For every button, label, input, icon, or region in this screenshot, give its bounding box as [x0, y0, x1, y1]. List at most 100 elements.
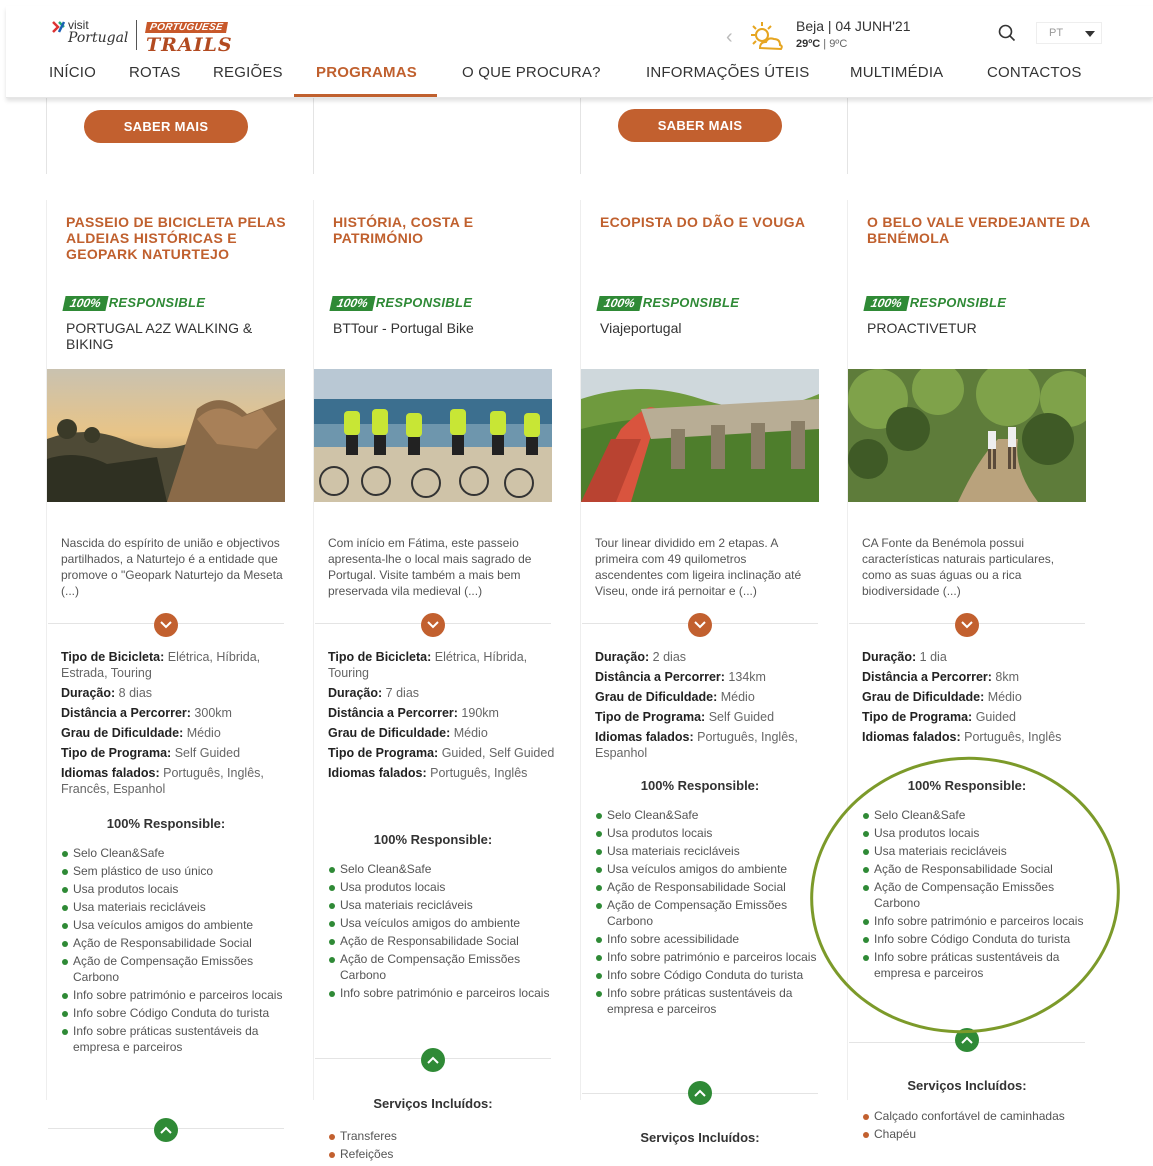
nav-rotas[interactable]: ROTAS	[129, 64, 181, 81]
spec-item: Idiomas falados: Português, Inglês	[328, 766, 528, 780]
saber-mais-button[interactable]: SABER MAIS	[618, 109, 782, 142]
nav-informacoes-uteis[interactable]: INFORMAÇÕES ÚTEIS	[646, 64, 809, 81]
card-operator: Viajeportugal	[600, 320, 682, 336]
services-heading: Serviços Incluídos:	[373, 1096, 493, 1111]
collapse-toggle-button[interactable]	[421, 1048, 445, 1072]
spec-item: Distância a Percorrer: 190km	[328, 706, 499, 720]
spec-item: Grau de Dificuldade: Médio	[862, 690, 1022, 704]
portuguese-trails-logo[interactable]: PORTUGUESE TRAILS	[145, 17, 232, 56]
feature-item: Selo Clean&Safe	[61, 845, 289, 861]
spec-item: Idiomas falados: Português, Inglês, Espa…	[595, 730, 798, 760]
card-description: Com início em Fátima, este passeio apres…	[328, 536, 532, 598]
spec-item: Idiomas falados: Português, Inglês, Fran…	[61, 766, 264, 796]
chevron-down-icon	[961, 621, 973, 629]
collapse-toggle-button[interactable]	[955, 1028, 979, 1052]
chevron-left-icon[interactable]: ‹	[726, 26, 733, 49]
spec-item: Tipo de Programa: Guided, Self Guided	[328, 746, 555, 760]
card-divider	[580, 200, 581, 1100]
search-icon[interactable]	[998, 24, 1016, 42]
spec-item: Duração: 2 dias	[595, 650, 687, 664]
card-divider	[580, 98, 581, 174]
card-photo[interactable]	[47, 369, 285, 502]
card-title[interactable]: HISTÓRIA, COSTA E PATRIMÓNIO	[333, 214, 558, 246]
visit-portugal-logo[interactable]: visit Portugal	[50, 18, 130, 50]
spec-item: Tipo de Programa: Guided	[862, 710, 1017, 724]
feature-item: Ação de Responsabilidade Social	[61, 935, 289, 951]
card-description: CA Fonte da Benémola possui característi…	[862, 536, 1055, 598]
card-photo[interactable]	[314, 369, 552, 502]
feature-item: Selo Clean&Safe	[862, 807, 1090, 823]
service-item: Refeições	[328, 1146, 556, 1162]
spec-item: Duração: 8 dias	[61, 686, 153, 700]
feature-item: Usa materiais recicláveis	[595, 843, 823, 859]
feature-item: Ação de Responsabilidade Social	[862, 861, 1090, 877]
feature-item: Ação de Compensação Emissões Carbono	[328, 951, 556, 983]
feature-item: Sem plástico de uso único	[61, 863, 289, 879]
spec-item: Tipo de Bicicleta: Elétrica, Híbrida, Es…	[61, 650, 261, 680]
card-title[interactable]: PASSEIO DE BICICLETA PELAS ALDEIAS HISTÓ…	[66, 214, 291, 262]
responsible-badge: 100% RESPONSIBLE	[596, 294, 739, 311]
expand-toggle-button[interactable]	[421, 613, 445, 637]
card-specs: Duração: 2 dias Distância a Percorrer: 1…	[595, 649, 823, 765]
logo-divider	[136, 20, 137, 50]
weather-location-date: Beja | 04 JUNH'21	[796, 18, 911, 34]
expand-toggle-button[interactable]	[688, 613, 712, 637]
chevron-down-icon	[1085, 31, 1095, 37]
visit-portugal-mark-icon	[52, 21, 66, 33]
responsible-heading: 100% Responsible:	[106, 816, 226, 831]
nav-multimedia[interactable]: MULTIMÉDIA	[850, 64, 943, 81]
card-divider	[847, 200, 848, 1100]
spec-item: Distância a Percorrer: 8km	[862, 670, 1020, 684]
responsible-badge: 100% RESPONSIBLE	[62, 294, 205, 311]
card-title[interactable]: O BELO VALE VERDEJANTE DA BENÉMOLA	[867, 214, 1092, 246]
responsible-heading: 100% Responsible:	[373, 832, 493, 847]
logo-visit-line2: Portugal	[68, 30, 129, 46]
feature-item: Info sobre Código Conduta do turista	[862, 931, 1090, 947]
services-list: Calçado confortável de caminhadas Chapéu	[862, 1108, 1090, 1144]
chevron-up-icon	[694, 1089, 706, 1097]
feature-item: Usa produtos locais	[61, 881, 289, 897]
saber-mais-button[interactable]: SABER MAIS	[84, 110, 248, 143]
nav-contactos[interactable]: CONTACTOS	[987, 64, 1082, 81]
language-select[interactable]: PT	[1036, 22, 1102, 44]
feature-item: Info sobre práticas sustentáveis da empr…	[61, 1023, 289, 1055]
sun-cloud-icon	[751, 22, 783, 51]
feature-item: Info sobre Código Conduta do turista	[595, 967, 823, 983]
nav-inicio[interactable]: INÍCIO	[49, 64, 96, 81]
card-specs: Tipo de Bicicleta: Elétrica, Híbrida, To…	[328, 649, 556, 785]
expand-toggle-button[interactable]	[154, 613, 178, 637]
feature-item: Info sobre património e parceiros locais	[595, 949, 823, 965]
feature-item: Info sobre Código Conduta do turista	[61, 1005, 289, 1021]
feature-item: Usa materiais recicláveis	[61, 899, 289, 915]
logo-trails-line1: PORTUGUESE	[145, 22, 228, 33]
chevron-down-icon	[160, 621, 172, 629]
collapse-toggle-button[interactable]	[154, 1118, 178, 1142]
chevron-up-icon	[160, 1126, 172, 1134]
feature-item: Info sobre práticas sustentáveis da empr…	[595, 985, 823, 1017]
collapse-toggle-button[interactable]	[688, 1081, 712, 1105]
feature-item: Info sobre práticas sustentáveis da empr…	[862, 949, 1090, 981]
card-photo[interactable]	[581, 369, 819, 502]
language-value: PT	[1049, 27, 1064, 39]
responsible-heading: 100% Responsible:	[907, 778, 1027, 793]
weather-widget: ‹ Beja | 04 JUNH'21 29ºC | 9ºC	[726, 18, 946, 56]
feature-item: Usa veículos amigos do ambiente	[61, 917, 289, 933]
card-photo[interactable]	[848, 369, 1086, 502]
spec-item: Tipo de Programa: Self Guided	[595, 710, 775, 724]
responsible-features: Selo Clean&Safe Usa produtos locais Usa …	[862, 807, 1090, 983]
card-title[interactable]: ECOPISTA DO DÃO E VOUGA	[600, 214, 825, 230]
expand-toggle-button[interactable]	[955, 613, 979, 637]
spec-item: Grau de Dificuldade: Médio	[328, 726, 488, 740]
card-specs: Tipo de Bicicleta: Elétrica, Híbrida, Es…	[61, 649, 289, 801]
spec-item: Grau de Dificuldade: Médio	[61, 726, 221, 740]
card-divider	[46, 200, 47, 1100]
nav-programas[interactable]: PROGRAMAS	[316, 64, 417, 81]
feature-item: Usa produtos locais	[595, 825, 823, 841]
spec-item: Idiomas falados: Português, Inglês	[862, 730, 1062, 744]
main-nav: INÍCIO ROTAS REGIÕES PROGRAMAS O QUE PRO…	[6, 58, 1153, 98]
spec-item: Grau de Dificuldade: Médio	[595, 690, 755, 704]
nav-regioes[interactable]: REGIÕES	[213, 64, 283, 81]
card-operator: PROACTIVETUR	[867, 320, 977, 336]
weather-temperature: 29ºC | 9ºC	[796, 38, 848, 50]
nav-o-que-procura[interactable]: O QUE PROCURA?	[462, 64, 601, 81]
